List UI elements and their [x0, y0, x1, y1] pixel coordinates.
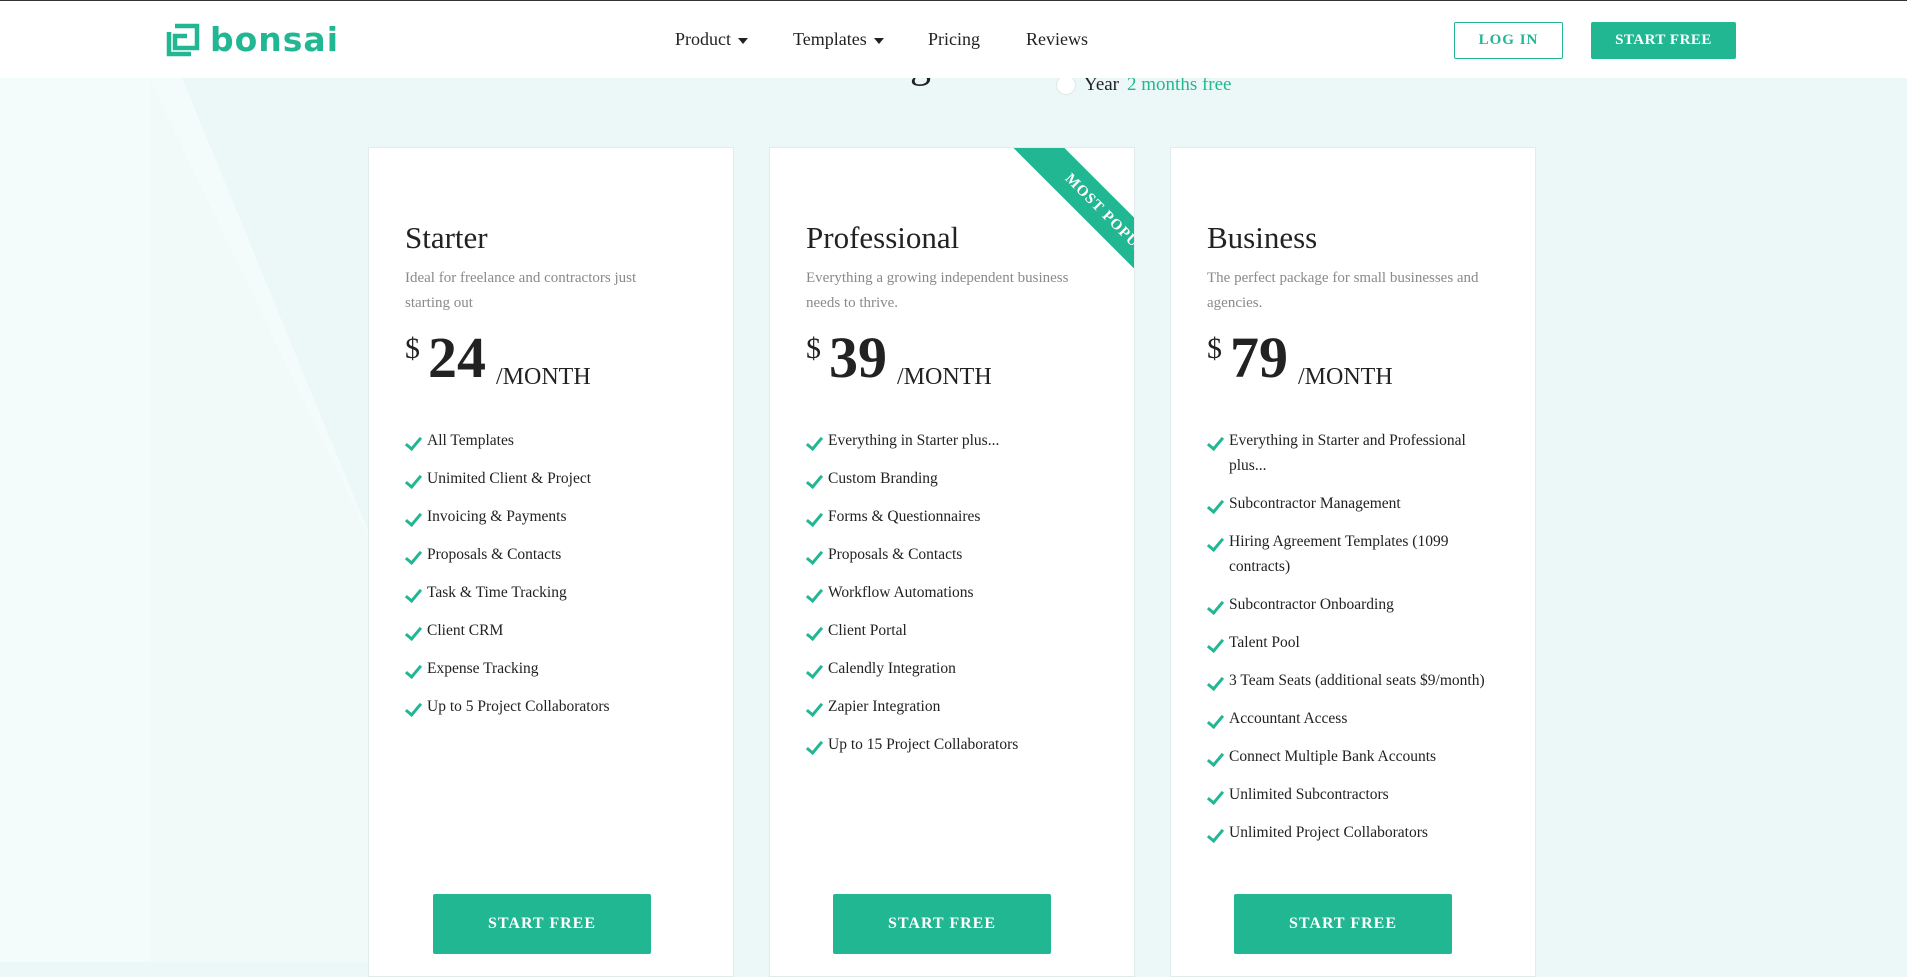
feature-item: Forms & Questionnaires: [806, 504, 1106, 529]
feature-item: Unimited Client & Project: [405, 466, 705, 491]
plan-description: Ideal for freelance and contractors just…: [405, 270, 637, 311]
feature-item: Proposals & Contacts: [806, 542, 1106, 567]
feature-list: Everything in Starter and Professional p…: [1207, 428, 1507, 858]
price-amount: 79: [1230, 325, 1288, 390]
plan-description: The perfect package for small businesses…: [1207, 270, 1479, 311]
feature-item: Client CRM: [405, 618, 705, 643]
check-icon: [1207, 592, 1229, 617]
logo[interactable]: bonsai: [166, 21, 339, 59]
feature-item: Client Portal: [806, 618, 1106, 643]
price-period: /MONTH: [897, 364, 992, 390]
feature-item: Unlimited Project Collaborators: [1207, 820, 1507, 845]
check-icon: [1207, 668, 1229, 693]
check-icon: [806, 542, 828, 567]
plan-card-starter: Starter Ideal for freelance and contract…: [368, 147, 734, 977]
plan-card-business: Business The perfect package for small b…: [1170, 147, 1536, 977]
check-icon: [1207, 529, 1229, 554]
check-icon: [806, 428, 828, 453]
check-icon: [405, 542, 427, 567]
bonsai-logo-icon: [166, 23, 200, 57]
start-free-button[interactable]: START FREE: [833, 894, 1051, 954]
feature-item: Subcontractor Management: [1207, 491, 1507, 516]
nav-item-reviews[interactable]: Reviews: [1026, 29, 1088, 50]
nav-item-templates[interactable]: Templates: [793, 29, 884, 50]
plan-name: Professional: [806, 220, 960, 255]
check-icon: [806, 694, 828, 719]
check-icon: [405, 466, 427, 491]
feature-list: Everything in Starter plus... Custom Bra…: [806, 428, 1106, 770]
feature-item: Proposals & Contacts: [405, 542, 705, 567]
feature-item: 3 Team Seats (additional seats $9/month): [1207, 668, 1507, 693]
caret-down-icon: [738, 37, 748, 44]
feature-item: Custom Branding: [806, 466, 1106, 491]
price-amount: 39: [829, 325, 887, 390]
plan-name: Starter: [405, 220, 488, 255]
top-navigation-bar: bonsai Product Templates Pricing Reviews…: [0, 0, 1907, 78]
check-icon: [1207, 706, 1229, 731]
feature-item: Calendly Integration: [806, 656, 1106, 681]
check-icon: [806, 656, 828, 681]
feature-item: Everything in Starter plus...: [806, 428, 1106, 453]
feature-item: Accountant Access: [1207, 706, 1507, 731]
nav-item-label: Pricing: [928, 29, 980, 49]
year-radio[interactable]: [1056, 75, 1076, 95]
start-free-button[interactable]: START FREE: [1234, 894, 1452, 954]
login-button[interactable]: LOG IN: [1454, 22, 1563, 59]
feature-item: Subcontractor Onboarding: [1207, 592, 1507, 617]
feature-item: Talent Pool: [1207, 630, 1507, 655]
check-icon: [806, 618, 828, 643]
feature-item: Up to 15 Project Collaborators: [806, 732, 1106, 757]
nav-item-label: Templates: [793, 29, 867, 49]
price-period: /MONTH: [496, 364, 591, 390]
feature-item: Hiring Agreement Templates (1099 contrac…: [1207, 529, 1507, 579]
check-icon: [806, 732, 828, 757]
check-icon: [1207, 491, 1229, 516]
feature-item: Everything in Starter and Professional p…: [1207, 428, 1507, 478]
caret-down-icon: [873, 37, 884, 44]
feature-item: Expense Tracking: [405, 656, 705, 681]
check-icon: [405, 580, 427, 605]
feature-item: Invoicing & Payments: [405, 504, 705, 529]
check-icon: [1207, 782, 1229, 807]
feature-item: Zapier Integration: [806, 694, 1106, 719]
feature-item: Task & Time Tracking: [405, 580, 705, 605]
check-icon: [405, 618, 427, 643]
currency-symbol: $: [806, 332, 821, 365]
check-icon: [1207, 630, 1229, 655]
nav-item-pricing[interactable]: Pricing: [928, 29, 980, 50]
check-icon: [806, 580, 828, 605]
check-icon: [806, 466, 828, 491]
plan-card-professional: MOST POPULAR Professional Everything a g…: [769, 147, 1135, 977]
feature-item: All Templates: [405, 428, 705, 453]
check-icon: [405, 656, 427, 681]
start-free-button[interactable]: START FREE: [433, 894, 651, 954]
feature-item: Workflow Automations: [806, 580, 1106, 605]
currency-symbol: $: [1207, 332, 1222, 365]
check-icon: [405, 694, 427, 719]
check-icon: [405, 428, 427, 453]
check-icon: [1207, 428, 1229, 453]
check-icon: [806, 504, 828, 529]
plan-price: $ 39 /MONTH: [806, 326, 992, 391]
currency-symbol: $: [405, 332, 420, 365]
start-free-button[interactable]: START FREE: [1591, 22, 1736, 59]
plan-description: Everything a growing independent busines…: [806, 270, 1069, 311]
nav-item-label: Product: [675, 29, 731, 49]
price-amount: 24: [428, 325, 486, 390]
feature-item: Unlimited Subcontractors: [1207, 782, 1507, 807]
nav-item-label: Reviews: [1026, 29, 1088, 49]
check-icon: [1207, 820, 1229, 845]
plan-price: $ 24 /MONTH: [405, 326, 591, 391]
logo-text: bonsai: [210, 20, 340, 59]
plan-name: Business: [1207, 220, 1318, 255]
price-period: /MONTH: [1298, 364, 1393, 390]
check-icon: [405, 504, 427, 529]
nav-item-product[interactable]: Product: [675, 29, 748, 50]
check-icon: [1207, 744, 1229, 769]
feature-item: Connect Multiple Bank Accounts: [1207, 744, 1507, 769]
plan-price: $ 79 /MONTH: [1207, 326, 1393, 391]
feature-item: Up to 5 Project Collaborators: [405, 694, 705, 719]
feature-list: All Templates Unimited Client & Project …: [405, 428, 705, 732]
